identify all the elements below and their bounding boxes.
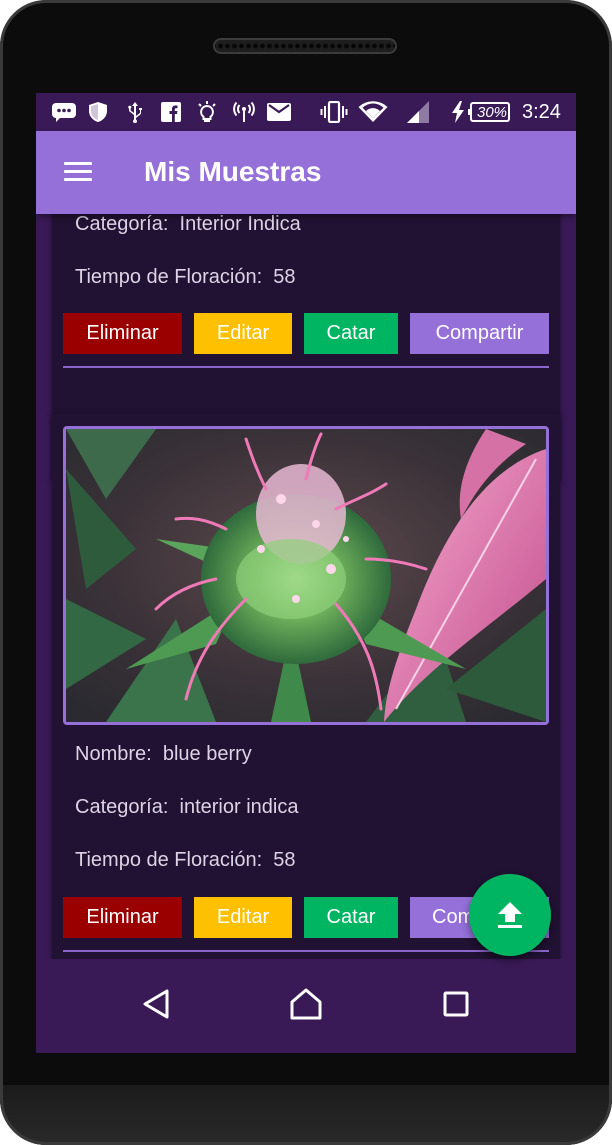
sample-photo[interactable] bbox=[63, 426, 549, 725]
category-value: Interior Indica bbox=[179, 214, 301, 235]
signal-icon bbox=[406, 101, 430, 123]
battery-icon: 30% bbox=[468, 101, 512, 123]
chat-icon bbox=[50, 101, 78, 123]
flowering-time-field: Tiempo de Floración: 58 bbox=[75, 266, 296, 289]
app-bar: Mis Muestras bbox=[36, 131, 576, 214]
share-button[interactable]: Compartir bbox=[410, 313, 549, 354]
category-value: interior indica bbox=[179, 796, 299, 818]
name-value: blue berry bbox=[162, 743, 252, 765]
taste-button[interactable]: Catar bbox=[304, 897, 398, 938]
cannabis-plant-photo bbox=[66, 429, 546, 722]
category-label: Categoría: bbox=[75, 214, 169, 235]
sample-list[interactable]: Categoría: Interior Indica Tiempo de Flo… bbox=[36, 214, 576, 959]
edit-button[interactable]: Editar bbox=[194, 313, 292, 354]
bulb-icon bbox=[196, 101, 218, 123]
battery-percent: 30% bbox=[476, 103, 508, 121]
taste-button[interactable]: Catar bbox=[304, 313, 398, 354]
usb-icon bbox=[124, 101, 146, 123]
recents-icon[interactable] bbox=[426, 979, 486, 1029]
vibrate-icon bbox=[320, 101, 348, 123]
flowering-time-field: Tiempo de Floración: 58 bbox=[75, 849, 296, 872]
name-field: Nombre: blue berry bbox=[75, 743, 252, 766]
flowering-time-value: 58 bbox=[273, 266, 296, 288]
mail-icon bbox=[266, 101, 292, 123]
edit-button[interactable]: Editar bbox=[194, 897, 292, 938]
upload-icon bbox=[498, 902, 522, 928]
facebook-icon bbox=[160, 101, 182, 123]
hotspot-icon bbox=[232, 101, 256, 123]
phone-frame: 30% 3:24 Mis Muestras Categoría: Interio… bbox=[0, 0, 612, 1145]
category-field: Categoría: Interior Indica bbox=[75, 214, 301, 236]
navigation-bar bbox=[36, 959, 576, 1053]
home-icon[interactable] bbox=[276, 979, 336, 1029]
wifi-icon bbox=[358, 101, 388, 123]
category-label: Categoría: bbox=[75, 796, 169, 818]
flowering-time-label: Tiempo de Floración: bbox=[75, 266, 263, 288]
card-divider bbox=[63, 950, 549, 952]
delete-button[interactable]: Eliminar bbox=[63, 313, 182, 354]
hamburger-menu-icon[interactable] bbox=[58, 155, 94, 191]
delete-button[interactable]: Eliminar bbox=[63, 897, 182, 938]
phone-chin bbox=[0, 1085, 612, 1145]
clock: 3:24 bbox=[522, 101, 561, 123]
page-title: Mis Muestras bbox=[144, 156, 322, 187]
name-label: Nombre: bbox=[75, 743, 152, 765]
category-field: Categoría: interior indica bbox=[75, 796, 298, 819]
flowering-time-value: 58 bbox=[273, 849, 296, 871]
screen: 30% 3:24 Mis Muestras Categoría: Interio… bbox=[36, 93, 576, 1053]
charging-icon bbox=[450, 101, 466, 123]
upload-fab-button[interactable] bbox=[469, 874, 551, 956]
flowering-time-label: Tiempo de Floración: bbox=[75, 849, 263, 871]
shield-icon bbox=[86, 101, 110, 123]
sample-card: Nombre: blue berry Categoría: interior i… bbox=[52, 414, 560, 959]
status-bar: 30% 3:24 bbox=[36, 93, 576, 131]
speaker-grille bbox=[213, 38, 397, 54]
back-icon[interactable] bbox=[126, 979, 186, 1029]
card-divider bbox=[63, 366, 549, 368]
